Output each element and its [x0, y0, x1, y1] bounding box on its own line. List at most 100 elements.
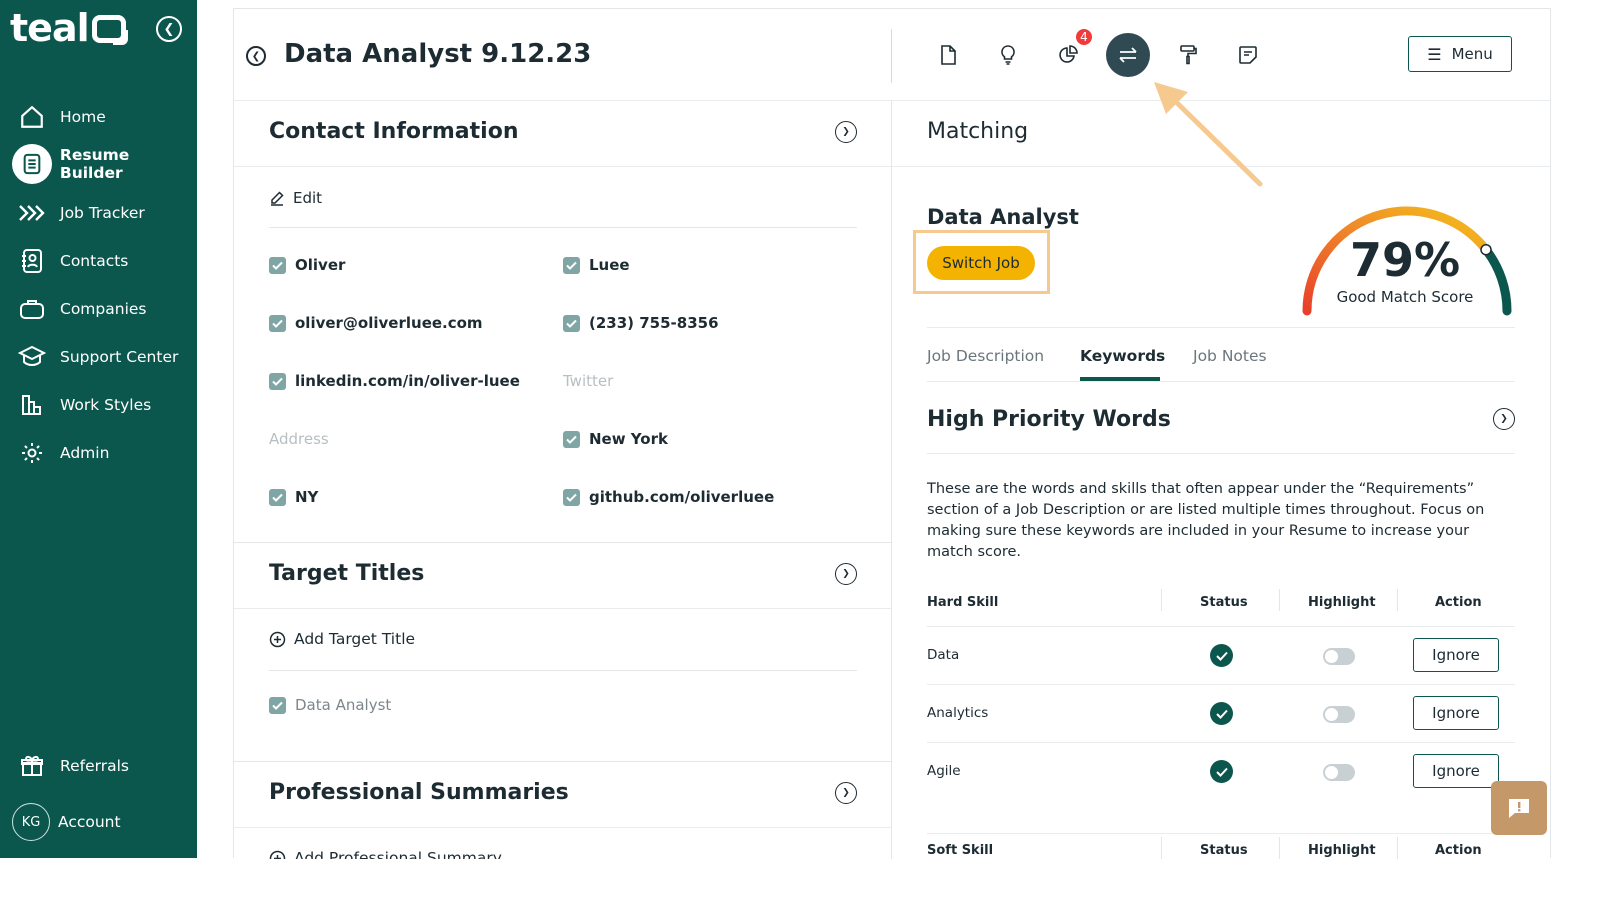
column-header: Highlight [1308, 595, 1376, 610]
checkbox-checked-icon[interactable] [563, 430, 580, 448]
highlight-toggle[interactable] [1323, 706, 1355, 723]
ignore-button[interactable]: Ignore [1413, 754, 1499, 788]
sidebar-item-resume-builder[interactable]: Resume Builder [0, 143, 197, 185]
last-name-field[interactable]: Luee [563, 256, 630, 274]
tab-job-description[interactable]: Job Description [927, 347, 1044, 365]
divider [927, 327, 1515, 328]
avatar: KG [12, 803, 50, 841]
highlight-toggle[interactable] [1323, 648, 1355, 665]
checkbox-checked-icon[interactable] [269, 256, 286, 274]
match-score-value: 79% [1349, 233, 1461, 287]
sidebar-item-admin[interactable]: Admin [0, 432, 197, 474]
checkbox-checked-icon[interactable] [269, 314, 286, 332]
sidebar-item-label: Admin [60, 444, 110, 462]
column-header: Highlight [1308, 843, 1376, 858]
target-title-item[interactable]: Data Analyst [269, 696, 391, 714]
city-field[interactable]: New York [563, 430, 668, 448]
high-priority-description: These are the words and skills that ofte… [927, 481, 1485, 560]
first-name-field[interactable]: Oliver [269, 256, 345, 274]
column-header: Status [1200, 595, 1248, 610]
column-header: Status [1200, 843, 1248, 858]
contact-section-header[interactable]: Contact Information ❯ [234, 101, 891, 167]
top-toolbar: ❮ Data Analyst 9.12.23 4 ☰ Menu [234, 9, 1550, 101]
twitter-field[interactable]: Twitter [563, 372, 613, 390]
sidebar-item-account[interactable]: KG Account [0, 801, 197, 843]
github-field[interactable]: github.com/oliverluee [563, 488, 774, 506]
chevron-down-icon[interactable]: ❯ [835, 563, 857, 585]
chevron-down-icon[interactable]: ❯ [835, 121, 857, 143]
sidebar-item-support-center[interactable]: Support Center [0, 336, 197, 378]
sidebar-item-companies[interactable]: Companies [0, 288, 197, 330]
sidebar-item-label: Companies [60, 300, 147, 318]
checkbox-checked-icon[interactable] [269, 372, 286, 390]
tab-job-notes[interactable]: Job Notes [1193, 347, 1267, 365]
feedback-button[interactable] [1491, 781, 1547, 835]
gift-icon [12, 746, 52, 786]
menu-button[interactable]: ☰ Menu [1408, 36, 1512, 72]
check-circle-icon [1210, 702, 1233, 725]
chevron-down-icon[interactable]: ❯ [1493, 408, 1515, 430]
column-header: Action [1435, 595, 1482, 610]
bar-chart-icon [12, 385, 52, 425]
chevron-down-icon[interactable]: ❯ [835, 782, 857, 804]
resume-icon [12, 144, 52, 184]
sidebar-item-home[interactable]: Home [0, 96, 197, 138]
add-target-title-button[interactable]: Add Target Title [269, 630, 415, 648]
sidebar-item-job-tracker[interactable]: Job Tracker [0, 192, 197, 234]
column-header: Hard Skill [927, 595, 999, 610]
ignore-button[interactable]: Ignore [1413, 696, 1499, 730]
column-header: Action [1435, 843, 1482, 858]
check-circle-icon [1210, 760, 1233, 783]
edit-contact-button[interactable]: Edit [269, 189, 322, 207]
analysis-tool-button[interactable]: 4 [1046, 27, 1094, 77]
checkbox-checked-icon[interactable] [269, 488, 286, 506]
ignore-button[interactable]: Ignore [1413, 638, 1499, 672]
summaries-section-header[interactable]: Professional Summaries ❯ [234, 762, 891, 828]
add-summary-button[interactable]: Add Professional Summary [269, 849, 502, 859]
sticky-note-icon [1239, 46, 1257, 64]
soft-skill-table-header: Soft Skill Status Highlight Action [927, 833, 1515, 859]
contacts-icon [12, 241, 52, 281]
phone-field[interactable]: (233) 755-8356 [563, 314, 719, 332]
checkbox-checked-icon[interactable] [563, 488, 580, 506]
document-tool-button[interactable] [926, 33, 970, 77]
target-titles-section-header[interactable]: Target Titles ❯ [234, 543, 891, 609]
address-field[interactable]: Address [269, 430, 329, 448]
sidebar-item-work-styles[interactable]: Work Styles [0, 384, 197, 426]
divider [891, 29, 892, 83]
sidebar-item-referrals[interactable]: Referrals [0, 745, 197, 787]
divider [927, 381, 1515, 382]
highlight-toggle[interactable] [1323, 764, 1355, 781]
sidebar-item-contacts[interactable]: Contacts [0, 240, 197, 282]
checkbox-checked-icon[interactable] [269, 696, 286, 714]
chevron-left-icon: ❮ [163, 21, 175, 37]
tab-keywords[interactable]: Keywords [1080, 347, 1165, 365]
tips-tool-button[interactable] [986, 33, 1030, 77]
hamburger-icon: ☰ [1427, 44, 1442, 64]
matching-panel: Matching Data Analyst Switch Job 79% Goo… [892, 101, 1550, 859]
feedback-icon [1509, 799, 1529, 818]
section-title: High Priority Words [927, 407, 1171, 432]
pie-chart-icon [1059, 45, 1078, 63]
annotation-arrow [1154, 82, 1263, 187]
collapse-sidebar-button[interactable]: ❮ [156, 16, 182, 42]
checkbox-checked-icon[interactable] [563, 256, 580, 274]
state-field[interactable]: NY [269, 488, 318, 506]
checkbox-checked-icon[interactable] [563, 314, 580, 332]
teal-logo[interactable]: teal [10, 6, 128, 50]
email-field[interactable]: oliver@oliverluee.com [269, 314, 483, 332]
back-button[interactable]: ❮ [246, 46, 266, 66]
column-header: Soft Skill [927, 843, 994, 858]
document-icon [941, 45, 956, 65]
linkedin-field[interactable]: linkedin.com/in/oliver-luee [269, 372, 520, 390]
notes-tool-button[interactable] [1226, 33, 1270, 77]
table-row: Agile Ignore [927, 742, 1515, 800]
table-row: Data Ignore [927, 626, 1515, 684]
pencil-icon [271, 191, 284, 206]
job-title: Data Analyst [927, 205, 1079, 229]
design-tool-button[interactable] [1166, 33, 1210, 77]
matching-tool-button[interactable] [1106, 33, 1150, 77]
menu-label: Menu [1451, 45, 1493, 63]
gear-icon [12, 433, 52, 473]
switch-job-button[interactable]: Switch Job [927, 246, 1035, 280]
